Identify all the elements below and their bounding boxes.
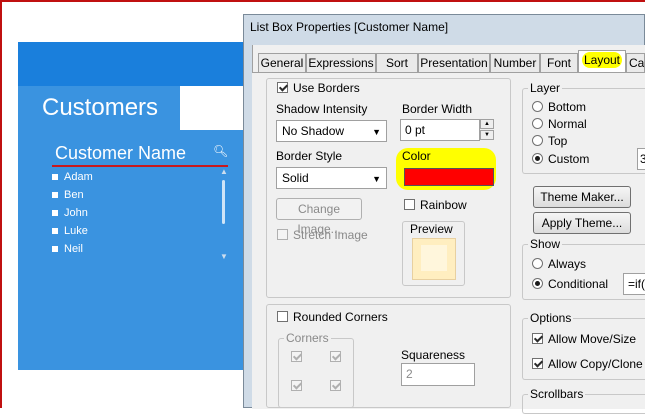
border-style-label: Border Style — [276, 149, 343, 163]
stretch-image-label: Stretch Image — [293, 228, 368, 242]
chevron-down-icon: ▼ — [372, 174, 381, 184]
list-item[interactable]: Neil — [52, 242, 83, 256]
tab-layout-label: Layout — [581, 52, 623, 68]
layer-bottom-radio[interactable] — [532, 101, 543, 112]
layer-label: Layer — [528, 81, 563, 95]
change-image-button[interactable]: Change Image... — [276, 198, 362, 236]
show-label: Show — [528, 237, 563, 251]
list-item[interactable]: Luke — [52, 224, 88, 238]
tab-caption[interactable]: Cap — [626, 53, 645, 72]
sheet-caption: Customers — [42, 94, 159, 121]
squareness-input[interactable]: 2 — [401, 363, 475, 386]
corners-group — [278, 338, 354, 408]
layer-normal-label: Normal — [548, 117, 587, 131]
show-always-label: Always — [548, 257, 587, 271]
search-icon[interactable]: 🔍︎ — [213, 144, 228, 158]
layer-custom-input[interactable]: 3 — [637, 148, 645, 170]
rounded-corners-label: Rounded Corners — [293, 310, 388, 324]
dialog-title: List Box Properties [Customer Name] — [250, 20, 449, 34]
options-label: Options — [528, 311, 574, 325]
use-borders-checkbox[interactable] — [277, 82, 288, 93]
show-conditional-radio[interactable] — [532, 278, 543, 289]
border-color-swatch[interactable] — [404, 168, 494, 186]
window-edge-left — [0, 0, 2, 408]
tab-general[interactable]: General — [258, 53, 306, 72]
stretch-image-checkbox[interactable] — [277, 229, 288, 240]
spin-down-icon[interactable]: ▼ — [480, 130, 494, 140]
corner-top-right-checkbox[interactable] — [330, 351, 341, 362]
layer-top-label: Top — [548, 134, 568, 148]
rainbow-label: Rainbow — [420, 198, 467, 212]
preview-inner — [421, 245, 447, 271]
allow-move-size-checkbox[interactable] — [532, 333, 543, 344]
tab-font[interactable]: Font — [540, 53, 578, 72]
tab-number[interactable]: Number — [490, 53, 540, 72]
squareness-label: Squareness — [401, 348, 466, 362]
theme-maker-button[interactable]: Theme Maker... — [533, 186, 631, 208]
list-item[interactable]: Adam — [52, 170, 93, 184]
tab-expressions[interactable]: Expressions — [306, 53, 376, 72]
tab-layout[interactable]: Layout — [578, 50, 626, 73]
rounded-corners-checkbox[interactable] — [277, 311, 288, 322]
show-conditional-label: Conditional — [548, 277, 609, 291]
checkbox-icon — [52, 246, 58, 253]
listbox-title-underline — [52, 165, 228, 167]
checkbox-icon — [52, 174, 58, 181]
show-condition-input[interactable]: =if( — [623, 273, 645, 295]
layer-custom-radio[interactable] — [532, 153, 543, 164]
scroll-down-icon[interactable]: ▼ — [220, 252, 228, 261]
scroll-up-icon[interactable]: ▲ — [220, 167, 228, 176]
allow-copy-clone-label: Allow Copy/Clone — [548, 357, 643, 371]
border-style-select[interactable]: Solid ▼ — [276, 167, 387, 189]
list-item[interactable]: Ben — [52, 188, 84, 202]
color-label: Color — [402, 149, 431, 163]
checkbox-icon — [52, 210, 58, 217]
use-borders-label: Use Borders — [293, 81, 360, 95]
scrollbar-thumb[interactable] — [222, 180, 225, 224]
show-always-radio[interactable] — [532, 258, 543, 269]
preview-label: Preview — [410, 222, 453, 236]
scrollbars-label: Scrollbars — [528, 387, 586, 401]
border-width-label: Border Width — [402, 102, 473, 116]
corner-bottom-right-checkbox[interactable] — [330, 380, 341, 391]
shadow-intensity-label: Shadow Intensity — [276, 102, 368, 116]
layer-custom-label: Custom — [548, 152, 590, 166]
shadow-intensity-select[interactable]: No Shadow ▼ — [276, 120, 387, 142]
listbox-title[interactable]: Customer Name — [55, 143, 186, 164]
border-width-spinner[interactable]: ▲ ▼ — [480, 119, 495, 141]
window-edge-top — [0, 0, 645, 2]
checkbox-icon — [52, 192, 58, 199]
tab-presentation[interactable]: Presentation — [418, 53, 490, 72]
corner-bottom-left-checkbox[interactable] — [291, 380, 302, 391]
tab-sort[interactable]: Sort — [376, 53, 418, 72]
allow-copy-clone-checkbox[interactable] — [532, 358, 543, 369]
sheet-header-bar — [18, 42, 248, 86]
border-width-input[interactable]: 0 pt — [400, 119, 480, 141]
list-item[interactable]: John — [52, 206, 88, 220]
spin-up-icon[interactable]: ▲ — [480, 119, 494, 129]
chevron-down-icon: ▼ — [372, 127, 381, 137]
sheet-blank-area — [180, 86, 248, 130]
corners-label: Corners — [284, 331, 331, 345]
rainbow-checkbox[interactable] — [404, 199, 415, 210]
apply-theme-button[interactable]: Apply Theme... — [533, 212, 631, 234]
allow-move-size-label: Allow Move/Size — [548, 332, 637, 346]
preview-image — [412, 238, 456, 280]
layer-top-radio[interactable] — [532, 135, 543, 146]
checkbox-icon — [52, 228, 58, 235]
layer-normal-radio[interactable] — [532, 118, 543, 129]
corner-top-left-checkbox[interactable] — [291, 351, 302, 362]
layer-bottom-label: Bottom — [548, 100, 587, 114]
